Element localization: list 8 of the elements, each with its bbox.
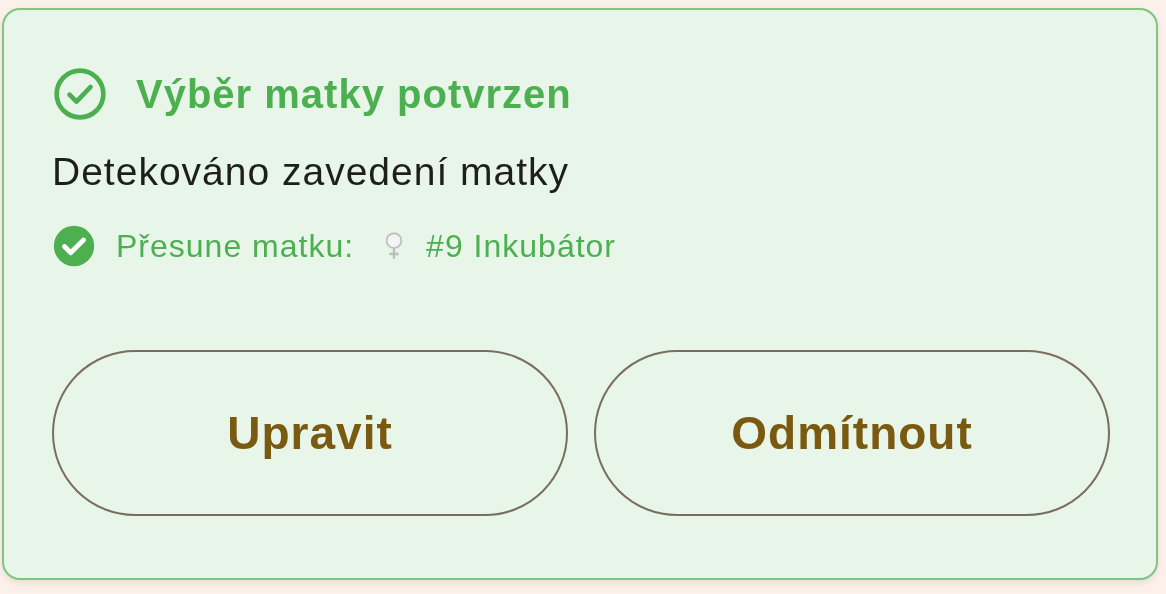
- check-circle-icon: [52, 66, 108, 122]
- action-button[interactable]: Upravit: [52, 350, 568, 516]
- card-title: Výběr matky potvrzen: [136, 71, 572, 117]
- detail-value: #9 Inkubátor: [426, 227, 616, 265]
- action-button[interactable]: Odmítnout: [594, 350, 1110, 516]
- check-circle-icon: [52, 224, 96, 268]
- card-message: Detekováno zavedení matky: [52, 150, 571, 194]
- detail-label: Přesune matku:: [116, 227, 355, 265]
